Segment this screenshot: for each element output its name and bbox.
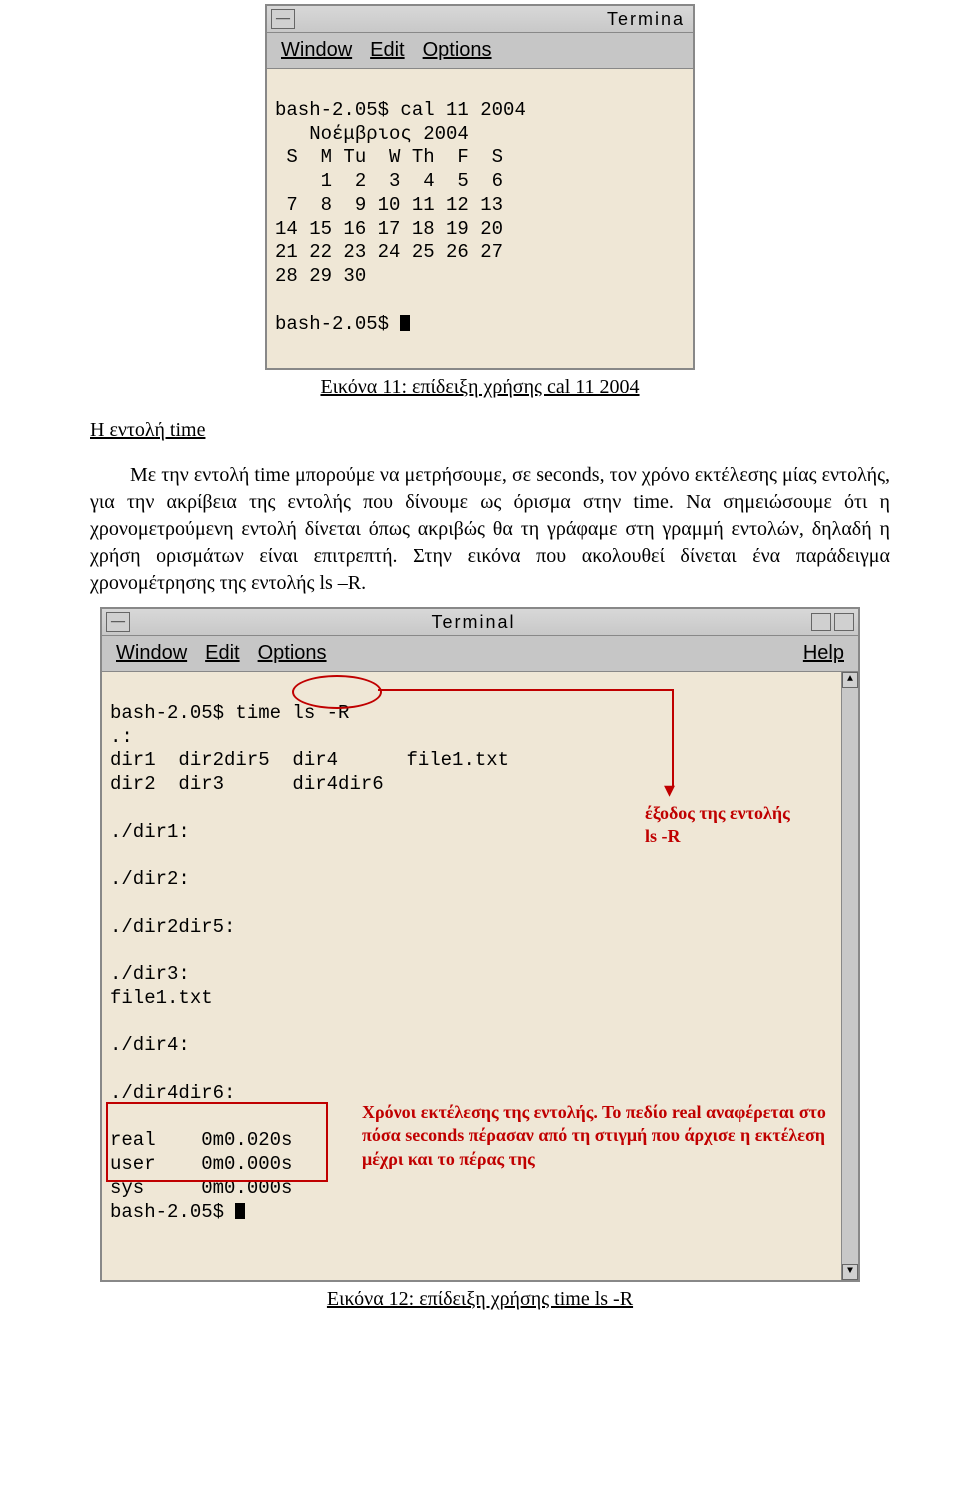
cursor-icon (235, 1203, 245, 1219)
window-title-2: Terminal (136, 612, 811, 633)
terminal-line: ./dir2dir5: (110, 916, 235, 938)
menu-window[interactable]: Window (281, 39, 352, 62)
scrollbar[interactable]: ▲ ▼ (841, 672, 858, 1280)
annotation-rect (106, 1102, 328, 1182)
titlebar-1: — Termina (267, 6, 693, 33)
figure-caption-1: Εικόνα 11: επίδειξη χρήσης cal 11 2004 (0, 376, 960, 399)
terminal-line: .: (110, 726, 133, 748)
paragraph-text: Με την εντολή time μπορούμε να μετρήσουμ… (90, 462, 890, 597)
annotation-text: ls -R (645, 825, 845, 848)
terminal-body-2: bash-2.05$ time ls -R .: dir1 dir2dir5 d… (102, 672, 858, 1280)
terminal-line: 28 29 30 (275, 265, 366, 287)
annotation-arrow-v (672, 689, 674, 787)
section-heading: Η εντολή time (90, 419, 890, 442)
terminal-line: ./dir4dir6: (110, 1082, 235, 1104)
terminal-line: dir1 dir2dir5 dir4 file1.txt (110, 749, 509, 771)
terminal-line: Νοέμβριος 2004 (275, 123, 469, 145)
terminal-line: ./dir3: (110, 963, 190, 985)
menubar-2: Window Edit Options Help (102, 636, 858, 672)
menu-options[interactable]: Options (258, 642, 327, 665)
terminal-line: file1.txt (110, 987, 213, 1009)
menu-window[interactable]: Window (116, 642, 187, 665)
terminal-body-1: bash-2.05$ cal 11 2004 Νοέμβριος 2004 S … (267, 69, 693, 368)
terminal-line: ./dir4: (110, 1034, 190, 1056)
menu-help[interactable]: Help (803, 642, 844, 665)
terminal-line: ./dir2: (110, 868, 190, 890)
maximize-icon[interactable] (834, 613, 854, 631)
terminal-line: dir2 dir3 dir4dir6 (110, 773, 384, 795)
terminal-line: 21 22 23 24 25 26 27 (275, 241, 503, 263)
menubar-1: Window Edit Options (267, 33, 693, 69)
terminal-line: 14 15 16 17 18 19 20 (275, 218, 503, 240)
titlebar-2: — Terminal (102, 609, 858, 636)
annotation-ellipse (292, 675, 382, 709)
scroll-track[interactable] (842, 688, 858, 1264)
paragraph-body: Με την εντολή time μπορούμε να μετρήσουμ… (90, 462, 890, 597)
menu-edit[interactable]: Edit (370, 39, 404, 62)
minimize-icon[interactable] (811, 613, 831, 631)
terminal-line: 7 8 9 10 11 12 13 (275, 194, 503, 216)
figure-caption-2: Εικόνα 12: επίδειξη χρήσης time ls -R (0, 1288, 960, 1311)
menu-options[interactable]: Options (423, 39, 492, 62)
terminal-line: bash-2.05$ (110, 1201, 235, 1223)
scroll-up-icon[interactable]: ▲ (842, 672, 858, 688)
window-menu-icon[interactable]: — (106, 612, 130, 632)
annotation-arrow-h (378, 689, 674, 691)
terminal-line: 1 2 3 4 5 6 (275, 170, 503, 192)
terminal-window-1: — Termina Window Edit Options bash-2.05$… (265, 4, 695, 370)
annotation-time-label: Χρόνοι εκτέλεσης της εντολής. Το πεδίο r… (362, 1101, 832, 1171)
terminal-line: S M Tu W Th F S (275, 146, 503, 168)
terminal-line: bash-2.05$ cal 11 2004 (275, 99, 526, 121)
arrow-down-icon: ▾ (664, 779, 675, 801)
annotation-text: έξοδος της εντολής (645, 802, 845, 825)
terminal-line: bash-2.05$ (275, 313, 400, 335)
window-title-1: Termina (301, 9, 689, 30)
annotation-text: Χρόνοι εκτέλεσης της εντολής. Το πεδίο r… (362, 1102, 826, 1169)
cursor-icon (400, 315, 410, 331)
menu-edit[interactable]: Edit (205, 642, 239, 665)
window-menu-icon[interactable]: — (271, 9, 295, 29)
annotation-output-label: έξοδος της εντολής ls -R (645, 802, 845, 849)
scroll-down-icon[interactable]: ▼ (842, 1264, 858, 1280)
window-buttons (811, 613, 854, 631)
terminal-line: ./dir1: (110, 821, 190, 843)
